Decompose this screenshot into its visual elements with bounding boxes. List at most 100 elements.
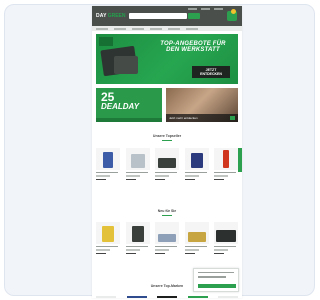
shop-page: DAY GREEN TOP-ANGEBOTE FÜR DEN WERKSTATT… — [92, 6, 242, 298]
brand-logo[interactable] — [218, 296, 238, 298]
top-menu-link[interactable] — [188, 8, 197, 10]
brand-logos — [96, 296, 238, 298]
product-card[interactable] — [214, 222, 238, 255]
product-card[interactable] — [96, 148, 120, 181]
product-subtitle — [155, 249, 169, 251]
hero-cta-button[interactable]: JETZT ENTDECKEN — [192, 66, 230, 78]
product-card[interactable] — [155, 222, 179, 255]
search-icon[interactable] — [188, 13, 200, 19]
product-price — [96, 252, 106, 255]
product-shape — [223, 150, 229, 168]
logo-text-1: DAY — [96, 12, 107, 19]
brand-logo[interactable] — [96, 296, 116, 298]
product-card[interactable] — [184, 222, 209, 255]
hero-cta-line: ENTDECKEN — [200, 72, 222, 76]
promo-banner[interactable]: Jetzt mehr entdecken — [166, 88, 238, 122]
nav-item[interactable] — [186, 27, 198, 30]
hero-title: TOP-ANGEBOTE FÜR DEN WERKSTATT — [152, 41, 234, 53]
promo-caption: Jetzt mehr entdecken — [169, 116, 198, 120]
hero-product-image — [114, 56, 138, 74]
arrow-right-icon[interactable] — [230, 116, 235, 120]
nav-item[interactable] — [96, 27, 108, 30]
product-price — [155, 178, 165, 181]
product-card[interactable] — [184, 148, 209, 181]
product-image — [96, 148, 120, 170]
product-shape — [130, 154, 145, 168]
product-card[interactable] — [125, 222, 150, 255]
popup-text-line — [198, 272, 234, 274]
product-image — [155, 222, 179, 244]
search-input[interactable] — [129, 13, 187, 19]
product-price — [96, 178, 106, 181]
product-row-2 — [96, 222, 238, 255]
deal-stripe — [96, 118, 162, 122]
nav-item[interactable] — [132, 27, 144, 30]
hero-title-line: DEN WERKSTATT — [166, 47, 220, 53]
nav-item[interactable] — [150, 27, 162, 30]
deal-label: DEALDAY — [101, 102, 140, 111]
dealday-banner[interactable]: 25 DEALDAY — [96, 88, 162, 122]
product-subtitle — [96, 175, 110, 177]
product-subtitle — [125, 175, 140, 177]
popup-text-line — [198, 276, 226, 278]
logo-text-2: GREEN — [107, 12, 126, 19]
product-title — [214, 246, 236, 248]
product-title — [155, 172, 177, 174]
product-card[interactable] — [214, 148, 238, 181]
product-card[interactable] — [155, 148, 179, 181]
cart-badge — [231, 9, 236, 14]
product-shape — [103, 152, 113, 168]
product-shape — [190, 153, 203, 168]
section-title-bestseller: Unsere Topseller — [152, 134, 182, 138]
brand-logo[interactable] — [157, 296, 177, 298]
product-price — [184, 178, 195, 181]
product-subtitle — [214, 175, 228, 177]
site-logo[interactable]: DAY GREEN — [96, 12, 125, 19]
top-menu-link[interactable] — [214, 8, 223, 10]
product-image — [96, 222, 120, 244]
product-image — [184, 222, 209, 244]
product-card[interactable] — [96, 222, 120, 255]
hero-badge — [99, 37, 113, 46]
product-row-1 — [96, 148, 238, 181]
product-subtitle — [96, 249, 110, 251]
product-shape — [216, 230, 236, 242]
product-image — [125, 222, 150, 244]
product-title — [96, 172, 118, 174]
product-image — [125, 148, 150, 170]
feedback-tab[interactable] — [238, 148, 242, 172]
product-title — [184, 172, 207, 174]
product-subtitle — [125, 249, 140, 251]
nav-item[interactable] — [114, 27, 126, 30]
brand-logo[interactable] — [126, 296, 147, 298]
product-subtitle — [184, 175, 199, 177]
product-title — [125, 246, 148, 248]
product-subtitle — [184, 249, 199, 251]
product-title — [125, 172, 148, 174]
product-subtitle — [155, 175, 169, 177]
top-menu — [188, 8, 223, 10]
consent-popup — [193, 268, 239, 292]
product-image — [214, 148, 238, 170]
product-shape — [158, 234, 176, 242]
category-nav — [92, 26, 242, 31]
hero-banner[interactable]: TOP-ANGEBOTE FÜR DEN WERKSTATT JETZT ENT… — [96, 34, 238, 84]
product-price — [184, 252, 195, 255]
product-shape — [187, 232, 206, 242]
nav-item[interactable] — [168, 27, 180, 30]
product-shape — [158, 158, 176, 168]
product-title — [214, 172, 236, 174]
product-title — [184, 246, 207, 248]
product-shape — [102, 226, 114, 242]
section-divider — [162, 215, 172, 216]
top-menu-link[interactable] — [201, 8, 210, 10]
product-price — [214, 178, 224, 181]
product-image — [214, 222, 238, 244]
product-image — [184, 148, 209, 170]
product-price — [125, 178, 136, 181]
product-price — [125, 252, 136, 255]
product-price — [214, 252, 224, 255]
product-card[interactable] — [125, 148, 150, 181]
popup-accept-button[interactable] — [198, 284, 236, 288]
brand-logo[interactable] — [187, 296, 208, 298]
